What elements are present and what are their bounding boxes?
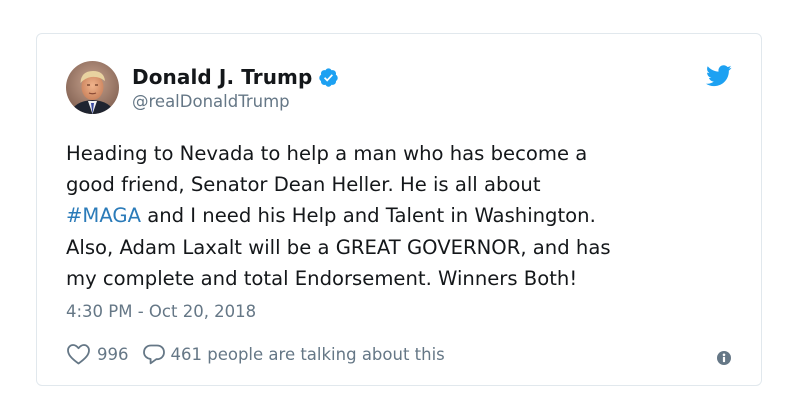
reply-bubble-icon (142, 344, 165, 365)
author-row: Donald J. Trump (132, 64, 339, 90)
verified-badge-icon (318, 67, 339, 88)
profile-photo (66, 61, 119, 114)
tweet-text-line: Also, Adam Laxalt will be a GREAT GOVERN… (66, 235, 611, 259)
tweet-text-line: good friend, Senator Dean Heller. He is … (66, 173, 541, 197)
hashtag-link[interactable]: #MAGA (66, 204, 141, 227)
tweet-actions: 996 461 people are talking about this (66, 341, 445, 367)
replies-text: 461 people are talking about this (170, 344, 445, 364)
heart-icon (67, 344, 90, 365)
avatar[interactable] (66, 61, 119, 114)
tweet-text-segment: and I need his Help and Talent in Washin… (140, 204, 596, 228)
like-button[interactable]: 996 (66, 343, 142, 365)
reply-button[interactable]: 461 people are talking about this (142, 343, 445, 365)
author-handle[interactable]: @realDonaldTrump (132, 92, 290, 111)
tweet-timestamp[interactable]: 4:30 PM - Oct 20, 2018 (66, 302, 256, 321)
twitter-bird-icon[interactable] (706, 65, 732, 87)
tweet-text-line: #MAGA and I need his Help and Talent in … (66, 200, 746, 231)
info-icon[interactable] (717, 350, 731, 365)
tweet-text: Heading to Nevada to help a man who has … (66, 138, 746, 294)
tweet-card: Donald J. Trump @realDonaldTrump Heading… (36, 33, 762, 386)
like-count: 996 (97, 344, 129, 364)
tweet-text-line: Heading to Nevada to help a man who has … (66, 142, 588, 165)
tweet-text-line: my complete and total Endorsement. Winne… (66, 266, 578, 290)
author-name[interactable]: Donald J. Trump (132, 65, 312, 89)
